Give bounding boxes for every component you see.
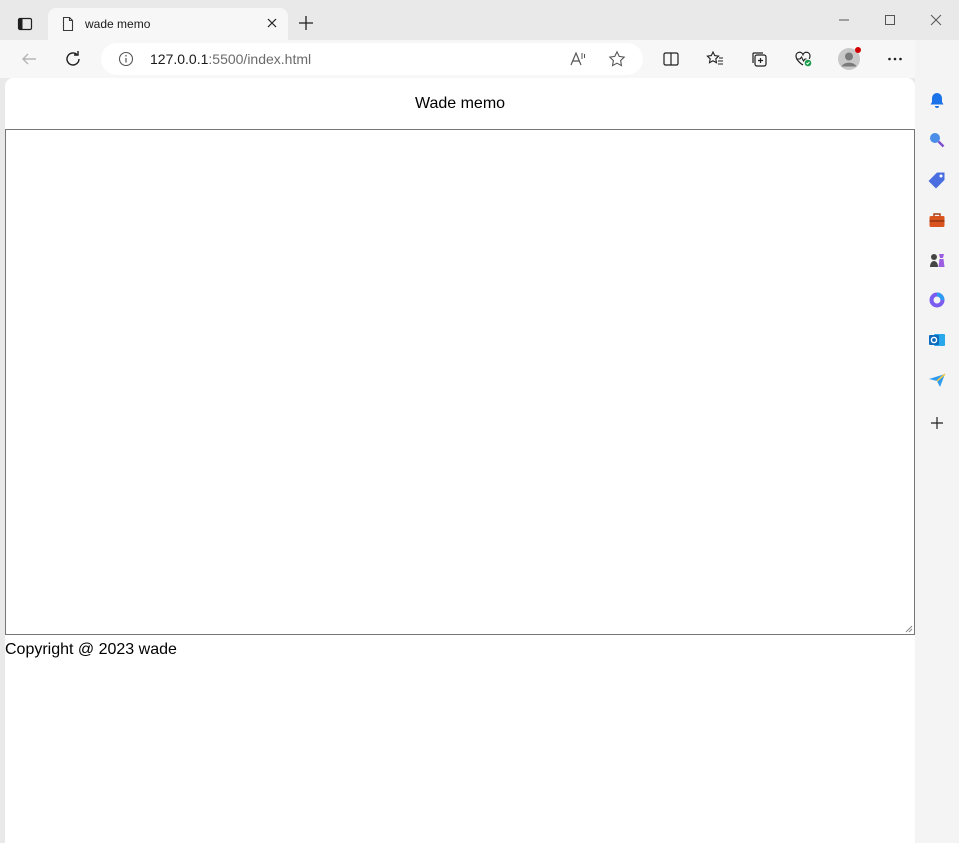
refresh-icon: [66, 51, 80, 66]
edge-sidebar: [915, 40, 959, 843]
browser-tab[interactable]: wade memo: [48, 8, 288, 40]
collections-button[interactable]: [747, 47, 771, 71]
more-icon: [888, 57, 902, 61]
heart-pulse-icon: [795, 51, 812, 67]
maximize-icon[interactable]: [880, 10, 900, 30]
new-tab-plus-icon[interactable]: [296, 13, 316, 33]
profile-avatar-icon: [838, 47, 861, 70]
refresh-button[interactable]: [61, 47, 85, 71]
favorites-icon: [706, 50, 723, 65]
resize-grip-icon[interactable]: [905, 625, 913, 633]
bell-icon: [930, 93, 944, 108]
address-bar[interactable]: 127.0.0.1:5500/index.html: [101, 43, 643, 75]
tab-title: wade memo: [85, 17, 151, 31]
more-button[interactable]: [883, 47, 907, 71]
collections-icon: [752, 52, 767, 67]
sidebar-item-outlook[interactable]: [925, 328, 949, 352]
outlook-icon: [929, 334, 945, 346]
read-aloud-icon[interactable]: [569, 50, 587, 68]
send-icon: [929, 373, 946, 387]
page-icon: [62, 16, 74, 32]
sidebar-item-search[interactable]: [925, 128, 949, 152]
page-title: Wade memo: [414, 94, 506, 112]
page-content: Wade memo Copyright @ 2023 wade: [5, 78, 915, 843]
memo-textarea[interactable]: [5, 129, 915, 635]
tab-actions-button[interactable]: [12, 12, 38, 36]
browser-essentials-button[interactable]: [791, 47, 815, 71]
back-button[interactable]: [17, 47, 41, 71]
profile-button[interactable]: [837, 47, 861, 71]
sidebar-item-send[interactable]: [925, 368, 949, 392]
split-screen-icon: [663, 52, 679, 66]
favorites-button[interactable]: [703, 47, 727, 71]
back-arrow-icon: [22, 53, 36, 65]
footer-copyright: Copyright @ 2023 wade: [5, 641, 177, 658]
search-icon: [930, 133, 945, 148]
copilot-icon: [929, 292, 945, 308]
sidebar-item-shopping[interactable]: [925, 168, 949, 192]
sidebar-item-games[interactable]: [925, 248, 949, 272]
url-host: 127.0.0.1: [150, 51, 209, 67]
add-icon: [931, 417, 943, 429]
sidebar-item-copilot[interactable]: [925, 288, 949, 312]
toolbox-icon: [929, 213, 945, 227]
star-icon[interactable]: [608, 50, 626, 68]
url-path: :5500/index.html: [208, 51, 312, 67]
tag-icon: [928, 172, 945, 189]
split-screen-button[interactable]: [659, 47, 683, 71]
games-icon: [930, 254, 945, 267]
title-bar: wade memo: [0, 0, 959, 40]
info-icon[interactable]: [118, 51, 134, 67]
tab-actions-icon: [17, 17, 33, 31]
tab-close-icon[interactable]: [264, 15, 280, 31]
toolbar: 127.0.0.1:5500/index.html: [0, 40, 959, 78]
url-text[interactable]: 127.0.0.1:5500/index.html: [150, 51, 311, 67]
sidebar-item-notifications[interactable]: [925, 88, 949, 112]
sidebar-item-tools[interactable]: [925, 208, 949, 232]
sidebar-add-button[interactable]: [925, 411, 949, 435]
minimize-icon[interactable]: [834, 10, 854, 30]
close-window-icon[interactable]: [926, 10, 946, 30]
